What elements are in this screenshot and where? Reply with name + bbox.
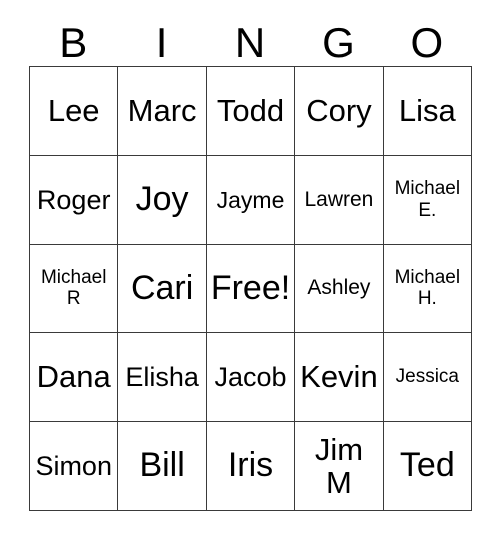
bingo-cell[interactable]: Jayme [206, 155, 296, 245]
bingo-cell-label: Dana [36, 359, 111, 395]
bingo-cell-free-space[interactable]: Free! [206, 244, 296, 334]
bingo-cell[interactable]: Joy [118, 155, 207, 245]
bingo-cell[interactable]: Dana [30, 333, 119, 423]
bingo-cell[interactable]: Marc [118, 67, 207, 156]
bingo-cell[interactable]: Jessica [383, 333, 473, 423]
bingo-cell-label: Kevin [300, 359, 378, 395]
bingo-cell-label: Joy [135, 179, 189, 218]
bingo-cell[interactable]: Todd [206, 67, 296, 156]
bingo-cell[interactable]: Jacob [206, 333, 296, 423]
bingo-cell[interactable]: Cory [295, 67, 384, 156]
bingo-header-letter-o: O [410, 19, 444, 66]
bingo-cell[interactable]: Jim M [295, 422, 384, 511]
bingo-card: B I N G O Lee Marc Todd Cory Lisa Roger … [29, 14, 473, 511]
bingo-cell-label: Todd [216, 92, 285, 128]
bingo-cell-label: Elisha [125, 362, 199, 393]
bingo-row: Simon Bill Iris Jim M Ted [30, 422, 473, 511]
bingo-cell[interactable]: Iris [206, 422, 296, 511]
bingo-cell-label: Ted [399, 446, 455, 485]
bingo-cell-label: Free! [210, 268, 291, 307]
bingo-cell[interactable]: Lawren [295, 155, 384, 245]
bingo-cell-label: Roger [36, 184, 111, 215]
bingo-cell-label: Cory [306, 92, 372, 128]
bingo-cell-label: Marc [127, 92, 197, 128]
bingo-cell-label: Jessica [395, 366, 459, 388]
bingo-cell-label: Michael H. [394, 266, 461, 310]
bingo-header-letter-b: B [59, 19, 88, 66]
bingo-header-row: B I N G O [29, 14, 471, 66]
bingo-cell[interactable]: Roger [30, 155, 119, 245]
bingo-row: Roger Joy Jayme Lawren Michael E. [30, 155, 473, 245]
bingo-cell-label: Bill [139, 446, 185, 485]
bingo-cell[interactable]: Michael E. [383, 155, 473, 245]
bingo-cell-label: Simon [35, 450, 112, 481]
bingo-cell[interactable]: Ted [383, 422, 473, 511]
bingo-cell[interactable]: Bill [118, 422, 207, 511]
bingo-cell-label: Michael R [40, 266, 107, 310]
bingo-cell[interactable]: Michael R [30, 244, 119, 334]
bingo-cell[interactable]: Lisa [383, 67, 473, 156]
bingo-cell-label: Jacob [214, 362, 287, 393]
bingo-cell-label: Ashley [307, 276, 371, 300]
bingo-cell-label: Iris [227, 446, 274, 485]
bingo-cell-label: Lee [47, 92, 100, 128]
bingo-cell[interactable]: Michael H. [383, 244, 473, 334]
bingo-cell[interactable]: Lee [30, 67, 119, 156]
bingo-row: Dana Elisha Jacob Kevin Jessica [30, 333, 473, 423]
bingo-cell-label: Cari [130, 268, 194, 307]
bingo-cell[interactable]: Cari [118, 244, 207, 334]
bingo-cell[interactable]: Kevin [295, 333, 384, 423]
bingo-row: Michael R Cari Free! Ashley Michael H. [30, 244, 473, 334]
bingo-header-letter-g: G [322, 19, 355, 66]
bingo-grid: Lee Marc Todd Cory Lisa Roger Joy Jayme … [29, 66, 473, 511]
bingo-header-letter-n: N [234, 19, 266, 66]
bingo-cell-label: Jim M [314, 431, 364, 501]
bingo-cell[interactable]: Elisha [118, 333, 207, 423]
bingo-cell-label: Michael E. [394, 177, 461, 221]
bingo-cell-label: Lisa [398, 92, 456, 128]
bingo-header-letter-i: I [155, 19, 168, 66]
bingo-cell[interactable]: Simon [30, 422, 119, 511]
bingo-cell-label: Jayme [216, 186, 285, 213]
bingo-cell[interactable]: Ashley [295, 244, 384, 334]
bingo-row: Lee Marc Todd Cory Lisa [30, 67, 473, 156]
bingo-cell-label: Lawren [304, 187, 374, 211]
